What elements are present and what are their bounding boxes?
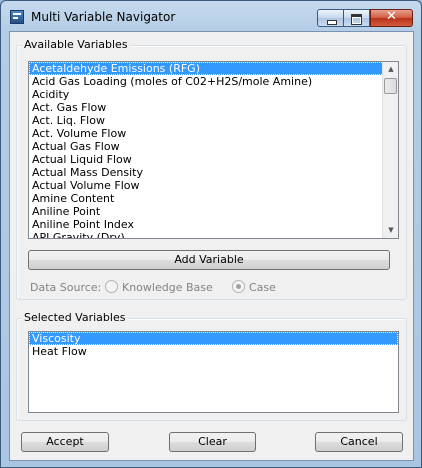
case-label[interactable]: Case	[249, 281, 276, 294]
case-radio[interactable]	[232, 280, 245, 293]
minimize-icon	[327, 20, 337, 25]
selected-variables-label: Selected Variables	[22, 311, 128, 324]
knowledge-base-label[interactable]: Knowledge Base	[122, 281, 213, 294]
maximize-icon	[351, 14, 362, 25]
available-variable-item[interactable]: Acetaldehyde Emissions (RFG)	[29, 62, 398, 75]
available-variable-item[interactable]: Act. Gas Flow	[29, 101, 398, 114]
available-items-container: Acetaldehyde Emissions (RFG) Acid Gas Loa…	[29, 62, 398, 238]
available-variable-item[interactable]: Act. Volume Flow	[29, 127, 398, 140]
available-variable-item[interactable]: Actual Mass Density	[29, 166, 398, 179]
scrollbar-thumb[interactable]	[384, 78, 397, 94]
available-variable-item[interactable]: Aniline Point Index	[29, 218, 398, 231]
selected-variable-item[interactable]: Heat Flow	[29, 345, 398, 358]
available-variables-list[interactable]: Acetaldehyde Emissions (RFG) Acid Gas Loa…	[28, 61, 399, 239]
vertical-scrollbar[interactable]: ▲ ▼	[382, 62, 398, 238]
window-title: Multi Variable Navigator	[31, 10, 176, 24]
minimize-button[interactable]	[317, 9, 344, 27]
app-icon	[10, 10, 24, 24]
available-variable-item[interactable]: Acidity	[29, 88, 398, 101]
available-variable-item[interactable]: Act. Liq. Flow	[29, 114, 398, 127]
available-variable-item[interactable]: Amine Content	[29, 192, 398, 205]
available-variable-item[interactable]: Actual Liquid Flow	[29, 153, 398, 166]
knowledge-base-radio[interactable]	[105, 280, 118, 293]
add-variable-button[interactable]: Add Variable	[28, 250, 390, 270]
available-variable-item[interactable]: Acid Gas Loading (moles of C02+H2S/mole …	[29, 75, 398, 88]
cancel-button[interactable]: Cancel	[315, 432, 403, 452]
available-variable-item[interactable]: API Gravity (Dry)	[29, 231, 398, 238]
selected-variable-item[interactable]: Viscosity	[29, 332, 398, 345]
available-variable-item[interactable]: Aniline Point	[29, 205, 398, 218]
close-icon: ✕	[386, 9, 397, 24]
available-variable-item[interactable]: Actual Gas Flow	[29, 140, 398, 153]
scroll-up-icon[interactable]: ▲	[383, 62, 398, 77]
selected-items-container: Viscosity Heat Flow	[29, 332, 398, 358]
title-bar[interactable]: Multi Variable Navigator ✕	[1, 1, 421, 31]
multi-variable-navigator-window: Multi Variable Navigator ✕ Available Var…	[0, 0, 422, 468]
dialog-client-area: Available Variables Acetaldehyde Emissio…	[9, 31, 414, 461]
selected-variables-list[interactable]: Viscosity Heat Flow	[28, 331, 399, 413]
available-variable-item[interactable]: Actual Volume Flow	[29, 179, 398, 192]
close-button[interactable]: ✕	[370, 9, 413, 27]
scroll-down-icon[interactable]: ▼	[383, 223, 398, 238]
data-source-label: Data Source:	[30, 281, 102, 294]
available-variables-label: Available Variables	[22, 38, 130, 51]
clear-button[interactable]: Clear	[169, 432, 256, 452]
accept-button[interactable]: Accept	[21, 432, 109, 452]
maximize-button[interactable]	[344, 9, 370, 27]
